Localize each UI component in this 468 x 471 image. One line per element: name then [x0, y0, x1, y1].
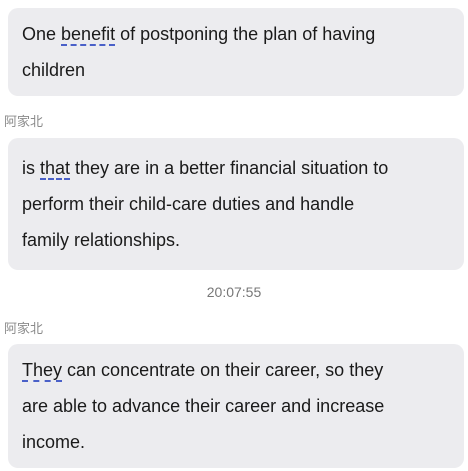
- message-line: perform their child-care duties and hand…: [22, 194, 355, 214]
- marked-word: They: [22, 360, 63, 380]
- message-line: family relationships.: [22, 230, 181, 250]
- marked-word: benefit: [61, 24, 116, 44]
- message-text: is: [22, 158, 40, 178]
- message-line: children: [22, 60, 86, 80]
- chat-view: One benefit of postponing the plan of ha…: [0, 0, 468, 471]
- sender-name: 阿家北: [4, 115, 44, 130]
- message-bubble[interactable]: One benefit of postponing the plan of ha…: [8, 8, 464, 96]
- message-bubble[interactable]: They can concentrate on their career, so…: [8, 344, 464, 468]
- message-text: One: [22, 24, 62, 44]
- message-text: of postponing the plan of having: [115, 24, 376, 44]
- message-bubble[interactable]: is that they are in a better financial s…: [8, 138, 464, 270]
- message-line: are able to advance their career and inc…: [22, 396, 385, 416]
- sender-name: 阿家北: [4, 322, 44, 337]
- message-line: is that they are in a better financial s…: [22, 150, 450, 186]
- marked-word: that: [40, 158, 71, 178]
- message-line: income.: [22, 432, 86, 452]
- message-text: can concentrate on their career, so they: [62, 360, 384, 380]
- message-timestamp: 20:07:55: [206, 284, 262, 300]
- message-line: One benefit of postponing the plan of ha…: [22, 16, 450, 52]
- message-line: They can concentrate on their career, so…: [22, 352, 450, 388]
- message-text: they are in a better financial situation…: [70, 158, 389, 178]
